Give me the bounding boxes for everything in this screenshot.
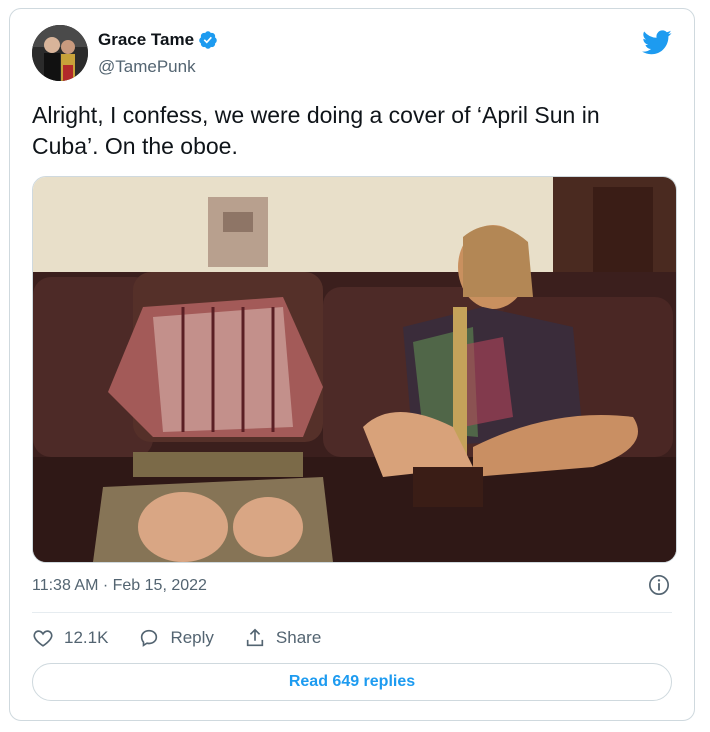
twitter-bird-icon[interactable] bbox=[642, 27, 672, 57]
tweet-actions: 12.1K Reply Share bbox=[32, 623, 351, 653]
author-name-row[interactable]: Grace Tame bbox=[98, 30, 218, 50]
read-replies-button[interactable]: Read 649 replies bbox=[32, 663, 672, 701]
reply-button[interactable]: Reply bbox=[138, 627, 214, 649]
tweet-photo[interactable] bbox=[32, 176, 677, 563]
author-handle[interactable]: @TamePunk bbox=[98, 57, 196, 77]
like-count: 12.1K bbox=[64, 628, 109, 647]
verified-badge-icon bbox=[198, 30, 218, 50]
reply-label: Reply bbox=[170, 628, 214, 647]
info-icon[interactable] bbox=[648, 574, 670, 596]
tweet-timestamp[interactable]: 11:38 AM · Feb 15, 2022 bbox=[32, 577, 207, 595]
share-label: Share bbox=[275, 628, 322, 647]
reply-icon bbox=[141, 629, 158, 647]
author-name[interactable]: Grace Tame bbox=[98, 30, 194, 50]
like-button[interactable]: 12.1K bbox=[32, 627, 108, 649]
heart-icon bbox=[33, 630, 53, 647]
tweet-text: Alright, I confess, we were doing a cove… bbox=[32, 102, 600, 159]
divider bbox=[32, 612, 672, 613]
share-icon bbox=[246, 628, 264, 647]
share-button[interactable]: Share bbox=[244, 627, 321, 649]
tweet-card: Grace Tame @TamePunk Alright, I confess,… bbox=[9, 8, 695, 721]
avatar[interactable] bbox=[32, 25, 88, 81]
